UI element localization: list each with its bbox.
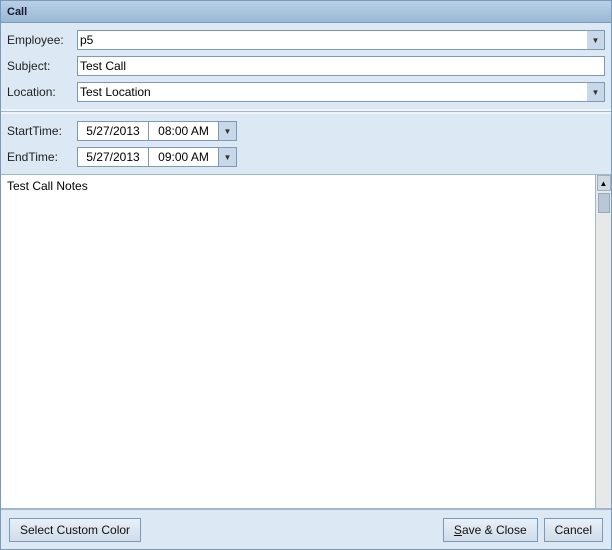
save-underline-letter: S bbox=[454, 523, 462, 537]
save-close-button[interactable]: Save & Close bbox=[443, 518, 538, 542]
endtime-fields bbox=[77, 147, 237, 167]
location-dropdown-arrow[interactable] bbox=[587, 82, 605, 102]
datetime-area: StartTime: EndTime: bbox=[1, 114, 611, 174]
endtime-label: EndTime: bbox=[7, 150, 77, 164]
start-date-input[interactable] bbox=[77, 121, 149, 141]
cancel-button[interactable]: Cancel bbox=[544, 518, 603, 542]
location-select-wrapper bbox=[77, 82, 605, 102]
form-area: Employee: Subject: Location: bbox=[1, 23, 611, 109]
end-time-input[interactable] bbox=[149, 147, 219, 167]
scrollbar-up-button[interactable]: ▲ bbox=[597, 175, 611, 191]
footer: Select Custom Color Save & Close Cancel bbox=[1, 509, 611, 549]
window-title: Call bbox=[7, 6, 27, 18]
select-custom-color-button[interactable]: Select Custom Color bbox=[9, 518, 141, 542]
location-row: Location: bbox=[1, 79, 611, 105]
start-time-dropdown[interactable] bbox=[219, 121, 237, 141]
save-close-rest: ave & Close bbox=[462, 523, 527, 537]
subject-label: Subject: bbox=[7, 59, 77, 73]
end-time-dropdown[interactable] bbox=[219, 147, 237, 167]
title-bar: Call bbox=[1, 1, 611, 23]
endtime-row: EndTime: bbox=[1, 144, 611, 170]
call-window: Call Employee: Subject: Location: StartT… bbox=[0, 0, 612, 550]
scrollbar: ▲ bbox=[595, 175, 611, 508]
scrollbar-thumb[interactable] bbox=[598, 193, 610, 213]
employee-input[interactable] bbox=[77, 30, 605, 50]
start-time-input[interactable] bbox=[149, 121, 219, 141]
employee-dropdown-arrow[interactable] bbox=[587, 30, 605, 50]
notes-textarea[interactable]: Test Call Notes bbox=[1, 175, 595, 508]
location-input[interactable] bbox=[77, 82, 605, 102]
subject-input[interactable] bbox=[77, 56, 605, 76]
employee-select-wrapper bbox=[77, 30, 605, 50]
starttime-label: StartTime: bbox=[7, 124, 77, 138]
employee-row: Employee: bbox=[1, 27, 611, 53]
starttime-row: StartTime: bbox=[1, 118, 611, 144]
notes-area: Test Call Notes ▲ bbox=[1, 174, 611, 509]
location-label: Location: bbox=[7, 85, 77, 99]
employee-label: Employee: bbox=[7, 33, 77, 47]
end-date-input[interactable] bbox=[77, 147, 149, 167]
subject-row: Subject: bbox=[1, 53, 611, 79]
divider-1 bbox=[1, 111, 611, 112]
starttime-fields bbox=[77, 121, 237, 141]
